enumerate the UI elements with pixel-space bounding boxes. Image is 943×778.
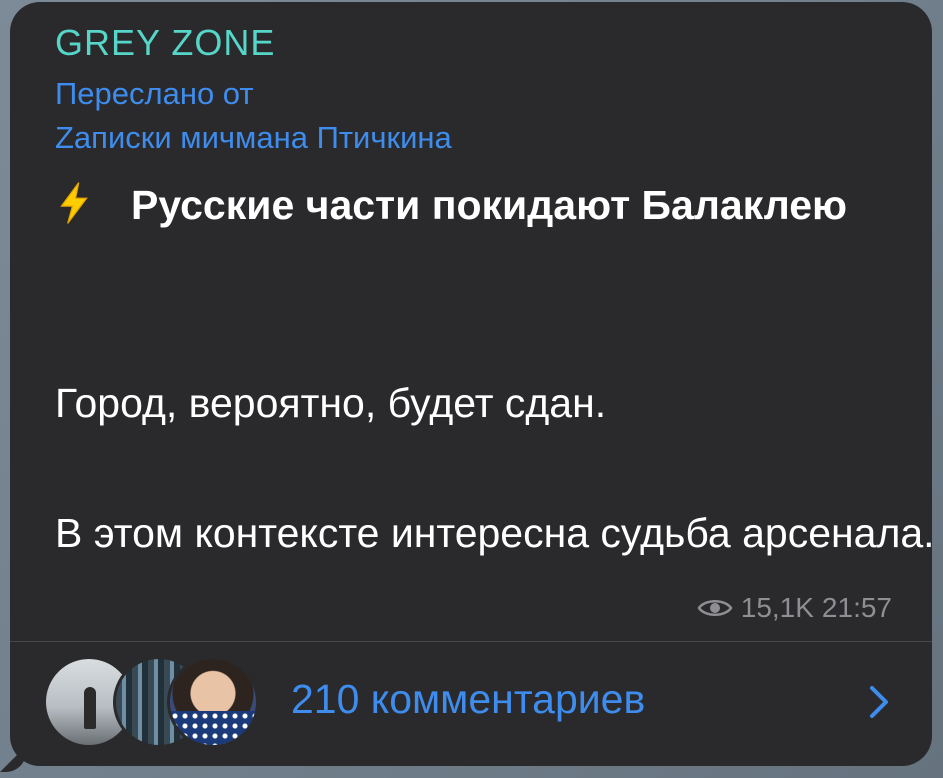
lightning-bolt-icon — [60, 182, 88, 224]
message-paragraph-2: В этом контексте интересна судьба арсена… — [55, 510, 935, 556]
forwarded-label: Переслано от — [55, 76, 254, 111]
channel-name[interactable]: GREY ZONE — [55, 22, 275, 64]
view-count: 15,1K — [740, 592, 814, 623]
avatar — [167, 656, 259, 748]
message-paragraph-1: Город, вероятно, будет сдан. — [55, 380, 607, 426]
forwarded-source-link[interactable]: Zаписки мичмана Птичкина — [55, 120, 452, 156]
message-meta: 15,1K 21:57 — [697, 592, 892, 624]
comments-bar[interactable]: 210 комментариев — [10, 642, 932, 766]
message-headline: Русские части покидают Балаклею — [55, 172, 875, 238]
comments-count-label[interactable]: 210 комментариев — [291, 676, 645, 723]
eye-icon — [697, 600, 733, 616]
chevron-right-icon[interactable] — [868, 684, 890, 720]
headline-text: Русские части покидают Балаклею — [131, 182, 848, 228]
message-time: 21:57 — [821, 592, 892, 623]
